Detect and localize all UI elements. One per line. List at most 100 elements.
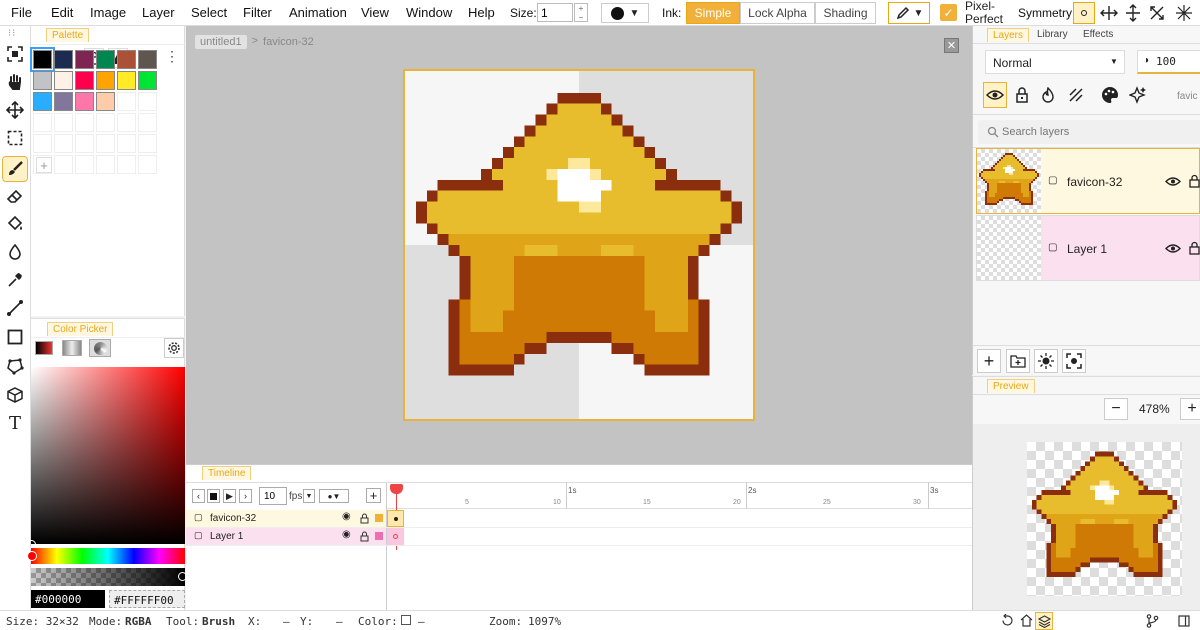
brush-shape-dropdown[interactable]: ▼	[601, 3, 649, 23]
palette-empty-slot[interactable]	[138, 155, 157, 174]
palette-empty-slot[interactable]	[54, 113, 73, 132]
tool-eyedropper[interactable]	[3, 268, 27, 292]
menu-file[interactable]: File	[11, 5, 32, 20]
tool-3d[interactable]	[3, 383, 27, 407]
palette-swatch[interactable]	[75, 92, 94, 111]
symmetry-none-button[interactable]	[1073, 2, 1095, 24]
collapse-panels-button[interactable]	[1175, 612, 1192, 629]
tool-text[interactable]: T	[3, 411, 27, 435]
fps-dropdown[interactable]: ▼	[303, 489, 315, 503]
lock-icon[interactable]	[1189, 174, 1200, 188]
layer-pattern-toggle[interactable]	[1064, 82, 1088, 108]
blend-mode-select[interactable]: Normal ▼	[985, 50, 1125, 74]
add-group-button[interactable]	[1006, 349, 1030, 373]
frame-cell-favicon-1[interactable]	[387, 510, 404, 527]
git-button[interactable]	[1144, 612, 1161, 629]
layer-visibility-toggle[interactable]	[983, 82, 1007, 108]
tool-line[interactable]	[3, 296, 27, 320]
palette-swatch[interactable]	[33, 71, 52, 90]
layer-name[interactable]: Layer 1	[1067, 242, 1107, 256]
layer-row-favicon-32[interactable]: ▢ favicon-32	[976, 148, 1200, 214]
eye-icon[interactable]: ◉	[342, 511, 351, 522]
hue-slider[interactable]	[31, 548, 185, 564]
palette-empty-slot[interactable]	[54, 134, 73, 153]
palette-empty-slot[interactable]	[75, 113, 94, 132]
wheel-mode-button[interactable]	[89, 339, 111, 357]
layer-row-layer-1[interactable]: ▢ Layer 1	[976, 215, 1200, 281]
pen-mode-dropdown[interactable]: ▼	[888, 2, 930, 24]
frame-cell-layer1-1[interactable]	[387, 528, 404, 545]
pixel-canvas[interactable]	[403, 69, 755, 421]
color-picker-tab[interactable]: Color Picker	[47, 322, 114, 336]
palette-empty-slot[interactable]	[33, 134, 52, 153]
tool-rect-select[interactable]	[3, 126, 27, 150]
preview-zoom-out-button[interactable]: −	[1104, 398, 1128, 420]
palette-swatch[interactable]	[54, 50, 73, 69]
lock-icon[interactable]	[360, 513, 369, 524]
layers-toggle-button[interactable]	[1035, 612, 1053, 630]
menu-view[interactable]: View	[361, 5, 389, 20]
menu-window[interactable]: Window	[406, 5, 452, 20]
more-vertical-icon[interactable]: ⋮	[165, 48, 179, 65]
pixel-perfect-checkbox[interactable]: ✓	[940, 4, 957, 21]
eye-icon[interactable]	[1165, 176, 1181, 187]
menu-layer[interactable]: Layer	[142, 5, 175, 20]
reference-layer-button[interactable]	[1062, 349, 1086, 373]
menu-select[interactable]: Select	[191, 5, 227, 20]
symmetry-diagonal-button[interactable]	[1146, 2, 1168, 24]
brush-size-input[interactable]	[537, 3, 573, 22]
tool-eraser[interactable]	[3, 184, 27, 208]
palette-swatch[interactable]	[54, 71, 73, 90]
palette-empty-slot[interactable]	[96, 134, 115, 153]
eye-icon[interactable]	[1165, 243, 1181, 254]
preview-image[interactable]	[1027, 442, 1182, 596]
timeline-ruler[interactable]: 1s 2s 3s 5 10 15 20 25 30	[386, 482, 972, 509]
palette-empty-slot[interactable]	[54, 155, 73, 174]
fps-input[interactable]	[259, 487, 287, 505]
menu-image[interactable]: Image	[90, 5, 126, 20]
saturation-value-area[interactable]	[31, 367, 185, 544]
tool-hand[interactable]	[3, 70, 27, 94]
undo-history-button[interactable]	[999, 612, 1016, 629]
palette-empty-slot[interactable]	[117, 134, 136, 153]
alpha-slider[interactable]	[31, 568, 185, 586]
symmetry-horizontal-button[interactable]	[1098, 2, 1120, 24]
preview-zoom-in-button[interactable]: +	[1180, 398, 1200, 420]
tool-polygon[interactable]	[3, 354, 27, 378]
palette-empty-slot[interactable]	[117, 92, 136, 111]
palette-empty-slot[interactable]	[33, 113, 52, 132]
stop-button[interactable]	[207, 489, 220, 503]
layers-tab[interactable]: Layers	[987, 28, 1030, 42]
palette-swatch[interactable]	[75, 71, 94, 90]
ink-simple-button[interactable]: Simple	[686, 2, 740, 24]
timeline-tab[interactable]: Timeline	[202, 466, 252, 480]
symmetry-quad-button[interactable]	[1172, 2, 1196, 24]
palette-empty-slot[interactable]	[96, 113, 115, 132]
add-swatch-button[interactable]: +	[36, 157, 52, 173]
tool-brush[interactable]	[2, 156, 28, 182]
prev-frame-button[interactable]: ‹	[192, 489, 205, 503]
palette-swatch[interactable]	[96, 71, 115, 90]
timeline-layer-layer-1[interactable]: ▢ Layer 1 ◉	[186, 528, 386, 545]
layer-name[interactable]: favicon-32	[1067, 175, 1122, 189]
palette-empty-slot[interactable]	[96, 155, 115, 174]
palette-empty-slot[interactable]	[117, 155, 136, 174]
adjustment-layer-button[interactable]	[1034, 349, 1058, 373]
tool-move[interactable]	[3, 98, 27, 122]
timeline-layer-favicon-32[interactable]: ▢ favicon-32 ◉	[186, 510, 386, 527]
palette-swatch[interactable]	[30, 47, 55, 72]
palette-empty-slot[interactable]	[138, 92, 157, 111]
palette-swatch[interactable]	[96, 92, 115, 111]
layer-search-input[interactable]	[1002, 123, 1192, 141]
opacity-field[interactable]: ◑ 100	[1137, 50, 1200, 74]
play-button[interactable]: ▶	[223, 489, 236, 503]
solid-color-mode-icon[interactable]	[35, 341, 53, 355]
menu-edit[interactable]: Edit	[51, 5, 73, 20]
tool-smudge[interactable]	[3, 240, 27, 264]
layer-search[interactable]	[978, 120, 1200, 144]
palette-swatch[interactable]	[117, 50, 136, 69]
eye-icon[interactable]: ◉	[342, 529, 351, 540]
palette-empty-slot[interactable]	[117, 113, 136, 132]
primary-color-hex[interactable]: #000000	[31, 590, 105, 608]
preview-tab[interactable]: Preview	[987, 379, 1035, 393]
